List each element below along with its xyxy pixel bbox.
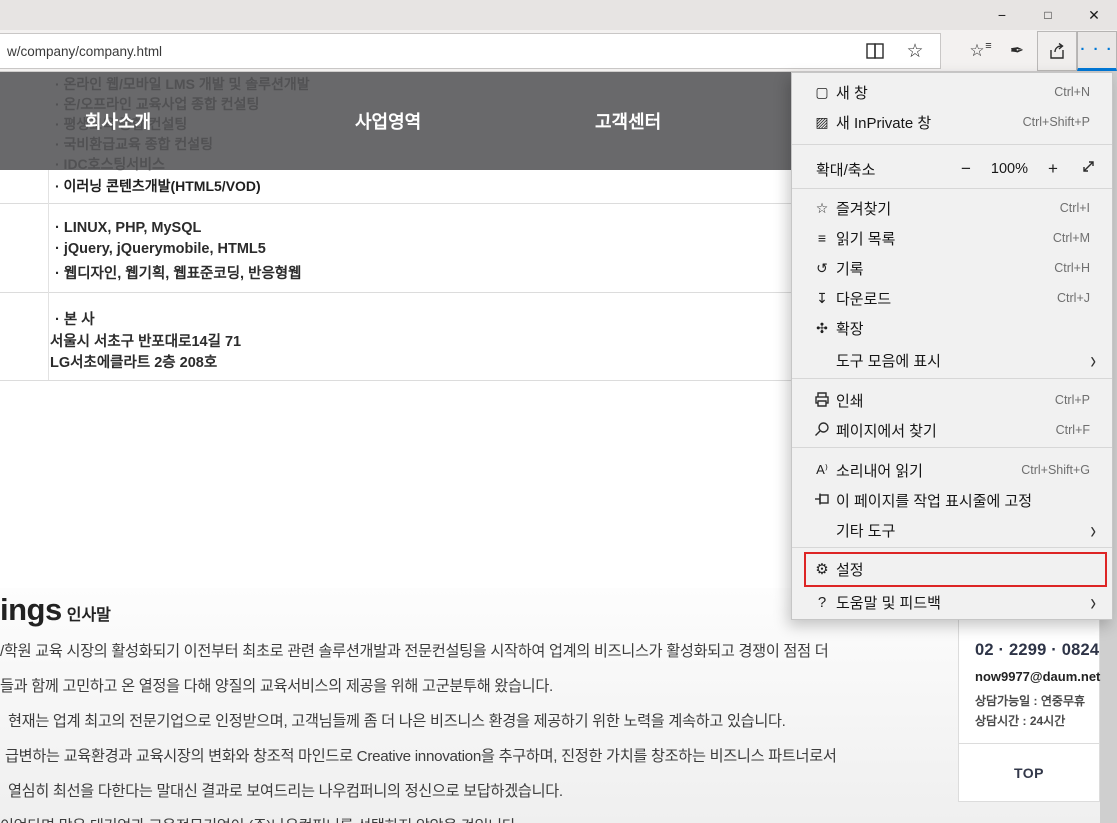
menu-item-help-feedback[interactable]: ? 도움말 및 피드백 › [792,587,1112,617]
contact-availability: 상담가능일 : 연중무휴 [975,692,1099,709]
nav-item-business[interactable]: 사업영역 [355,108,421,134]
share-button[interactable] [1037,31,1077,71]
menu-item-show-in-toolbar[interactable]: 도구 모음에 표시 › [792,345,1112,375]
contact-phone: 02 · 2299 · 0824 [975,641,1099,660]
address-bar[interactable]: w/company/company.html ☆ [0,33,941,69]
menu-item-history[interactable]: ↺ 기록 Ctrl+H [792,253,1112,283]
browser-toolbar: w/company/company.html ☆ ☆≡ ✒ [0,30,1117,72]
gear-icon: ⚙ [813,560,831,578]
read-aloud-icon: A⁾ [813,462,831,478]
scroll-top-button[interactable]: TOP [958,743,1100,802]
share-icon [1047,41,1067,61]
greeting-line: 열심히 최선을 다한다는 말대신 결과로 보여드리는 나우컴퍼니의 정신으로 보… [0,774,935,809]
inprivate-icon: ▨ [813,114,831,131]
address-line: LG서초에클라트 2층 208호 [50,351,217,372]
search-icon [813,421,831,440]
service-item: · 이러닝 콘텐츠개발(HTML5/VOD) [55,176,261,196]
menu-separator [792,547,1112,548]
browser-window: − □ ✕ w/company/company.html ☆ ☆≡ ✒ [0,0,1117,823]
page-viewport: · 온라인 웹/모바일 LMS 개발 및 솔루션개발 · 온/오프라인 교육사업… [0,72,1117,823]
close-button[interactable]: ✕ [1071,0,1117,30]
tech-item: · 웹디자인, 웹기획, 웹표준코딩, 반응형웹 [55,262,301,283]
printer-icon [813,391,831,410]
address-line: · 본 사 [55,308,95,329]
menu-separator [792,378,1112,379]
fullscreen-icon [1081,159,1096,174]
menu-item-new-inprivate-window[interactable]: ▨ 새 InPrivate 창 Ctrl+Shift+P [792,107,1112,137]
url-text[interactable]: w/company/company.html [7,44,862,59]
pin-icon [813,492,831,509]
help-icon: ? [813,594,831,611]
contact-email: now9977@daum.net [975,669,1099,684]
book-icon [864,42,886,60]
greeting-line: 이었다면 많은 대기업과 교육전문기업이 (주)나우컴퍼니를 선택하지 않았을 … [0,809,935,823]
menu-item-find-on-page[interactable]: 페이지에서 찾기 Ctrl+F [792,415,1112,445]
contact-panel: 02 · 2299 · 0824 now9977@daum.net 상담가능일 … [958,610,1100,802]
title-bar: − □ ✕ [0,0,1117,30]
menu-item-extensions[interactable]: ✣ 확장 [792,313,1112,343]
download-icon: ↧ [813,290,831,307]
menu-item-zoom: 확대/축소 − 100% + [792,151,1112,187]
menu-separator [792,144,1112,145]
extensions-icon: ✣ [813,320,831,337]
menu-separator [792,447,1112,448]
contact-box: 02 · 2299 · 0824 now9977@daum.net 상담가능일 … [958,610,1100,744]
greeting-paragraphs: /학원 교육 시장의 활성화되기 이전부터 최초로 관련 솔루션개발과 전문컨설… [0,634,935,823]
pen-icon: ✒ [1010,41,1024,61]
zoom-in-button[interactable]: + [1043,159,1063,179]
zoom-level: 100% [991,161,1028,177]
contact-hours: 상담시간 : 24시간 [975,712,1099,729]
menu-item-favorites[interactable]: ☆ 즐겨찾기 Ctrl+I [792,193,1112,223]
menu-item-print[interactable]: 인쇄 Ctrl+P [792,385,1112,415]
ellipsis-icon: · · · [1080,45,1113,55]
top-label: TOP [1014,765,1044,781]
greeting-line: 급변하는 교육환경과 교육시장의 변화와 창조적 마인드로 Creative i… [0,739,935,774]
maximize-button[interactable]: □ [1025,0,1071,30]
menu-item-reading-list[interactable]: ≡ 읽기 목록 Ctrl+M [792,223,1112,253]
more-actions-button[interactable]: · · · [1077,31,1117,71]
favorites-star-icon: ☆ [813,200,831,217]
chevron-right-icon: › [1090,518,1096,542]
greeting-line: 들과 함께 고민하고 온 열정을 다해 양질의 교육서비스의 제공을 위해 고군… [0,669,935,704]
greeting-title-ko: 인사말 [67,607,111,624]
menu-item-new-window[interactable]: ▢ 새 창 Ctrl+N [792,77,1112,107]
favorites-hub-button[interactable]: ☆≡ [957,31,997,71]
add-favorite-star-icon[interactable]: ☆ [902,38,928,64]
menu-item-downloads[interactable]: ↧ 다운로드 Ctrl+J [792,283,1112,313]
chevron-right-icon: › [1090,590,1096,614]
history-icon: ↺ [813,260,831,277]
chevron-right-icon: › [1090,348,1096,372]
greeting-line: 현재는 업계 최고의 전문기업으로 인정받으며, 고객님들께 좀 더 나은 비즈… [0,704,935,739]
toolbar-buttons: ☆≡ ✒ · · · [957,30,1117,72]
reading-view-icon[interactable] [862,38,888,64]
hub-star-icon: ☆≡ [969,41,984,61]
greeting-title-en: ings [0,592,62,627]
greeting-title: ings 인사말 [0,592,111,628]
browser-more-menu: ▢ 새 창 Ctrl+N ▨ 새 InPrivate 창 Ctrl+Shift+… [791,72,1113,620]
menu-item-pin-to-taskbar[interactable]: 이 페이지를 작업 표시줄에 고정 [792,485,1112,515]
web-note-button[interactable]: ✒ [997,31,1037,71]
new-window-icon: ▢ [813,84,831,101]
minimize-button[interactable]: − [979,0,1025,30]
nav-item-support[interactable]: 고객센터 [595,108,661,134]
tech-item: · jQuery, jQuerymobile, HTML5 [55,241,266,257]
column-divider [48,170,49,380]
menu-item-read-aloud[interactable]: A⁾ 소리내어 읽기 Ctrl+Shift+G [792,455,1112,485]
zoom-out-button[interactable]: − [956,159,976,179]
reading-list-icon: ≡ [813,230,831,246]
tech-item: · LINUX, PHP, MySQL [55,220,201,236]
window-controls: − □ ✕ [979,0,1117,30]
fullscreen-button[interactable] [1078,159,1098,179]
menu-item-settings[interactable]: ⚙ 설정 [792,554,1112,584]
menu-separator [792,188,1112,189]
menu-item-more-tools[interactable]: 기타 도구 › [792,515,1112,545]
nav-item-company[interactable]: 회사소개 [85,108,151,134]
greeting-line: /학원 교육 시장의 활성화되기 이전부터 최초로 관련 솔루션개발과 전문컨설… [0,634,935,669]
address-line: 서울시 서초구 반포대로14길 71 [50,330,241,351]
